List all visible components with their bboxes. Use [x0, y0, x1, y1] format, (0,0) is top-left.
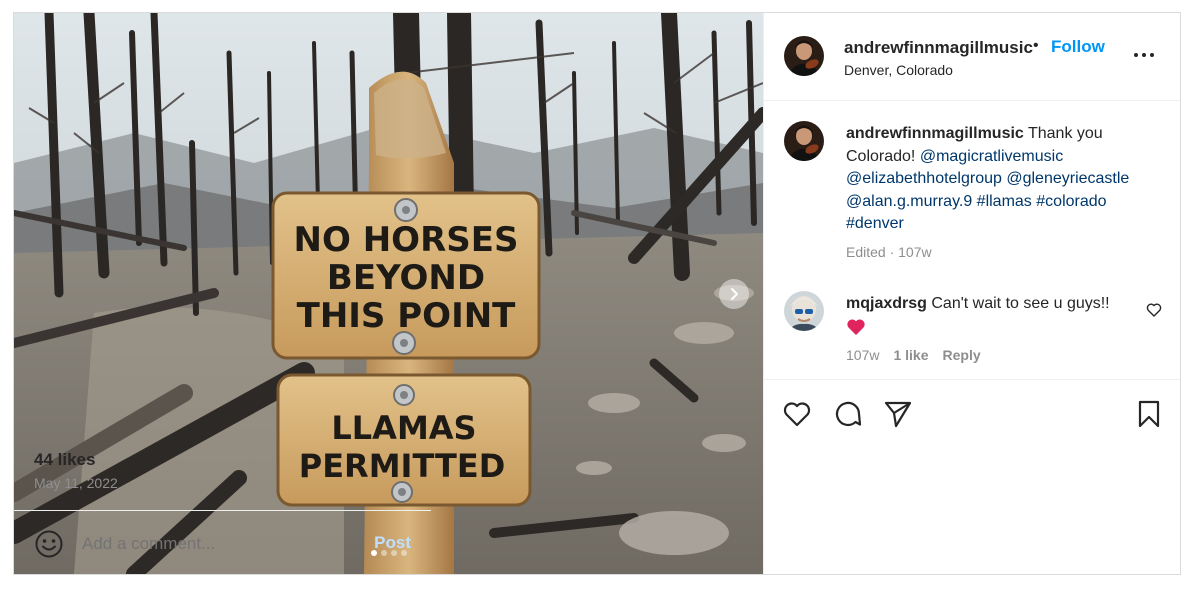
comment-text: Can't wait to see u guys!!: [926, 295, 1110, 312]
mention-link[interactable]: @elizabethhotelgroup: [846, 170, 1002, 187]
sign-bottom-line-1: LLAMAS: [331, 409, 476, 447]
post-date[interactable]: May 11, 2022: [34, 475, 118, 491]
sign-top-line-3: THIS POINT: [297, 296, 517, 336]
caption-username[interactable]: andrewfinnmagillmusic: [846, 125, 1024, 142]
heart-icon[interactable]: [782, 399, 812, 429]
post-location[interactable]: Denver, Colorado: [844, 62, 953, 78]
share-icon[interactable]: [883, 399, 913, 429]
post-caption: andrewfinnmagillmusic Thank you Colorado…: [846, 123, 1146, 236]
comments-section: andrewfinnmagillmusic Thank you Colorado…: [764, 101, 1180, 380]
separator-bullet: •: [1033, 37, 1039, 54]
comment-time: 107w: [846, 347, 880, 363]
comment-icon[interactable]: [833, 399, 863, 429]
post-header: andrewfinnmagillmusic • Follow Denver, C…: [764, 13, 1180, 101]
sign-top-line-2: BEYOND: [327, 258, 485, 298]
reply-button[interactable]: Reply: [943, 347, 981, 363]
bookmark-icon[interactable]: [1134, 399, 1164, 429]
comment-heart-icon[interactable]: [1146, 302, 1162, 318]
chevron-right-icon: [731, 288, 738, 300]
mention-link[interactable]: @gleneyriecastle: [1006, 170, 1129, 187]
more-horizontal-icon[interactable]: [1132, 50, 1156, 60]
sign-top-line-1: NO HORSES: [294, 220, 519, 260]
comment-likes-count[interactable]: 1 like: [893, 347, 928, 363]
post-comment-button[interactable]: Post: [374, 533, 411, 553]
sign-bottom-line-2: PERMITTED: [299, 447, 506, 485]
comment-input[interactable]: [82, 531, 362, 557]
add-comment-bar: Post: [14, 510, 431, 574]
post-media[interactable]: NO HORSES BEYOND THIS POINT LLAMAS PERMI…: [14, 13, 763, 574]
hashtag-link[interactable]: #denver: [846, 215, 904, 232]
likes-count[interactable]: 44 likes: [34, 450, 95, 470]
author-avatar[interactable]: [784, 36, 824, 76]
caption-author-avatar[interactable]: [784, 121, 824, 161]
mention-link[interactable]: @magicratlivemusic: [920, 148, 1063, 165]
author-username[interactable]: andrewfinnmagillmusic: [844, 38, 1033, 58]
instagram-post: NO HORSES BEYOND THIS POINT LLAMAS PERMI…: [13, 12, 1181, 575]
post-side-panel: andrewfinnmagillmusic • Follow Denver, C…: [14, 13, 1180, 574]
comment-meta: 107w 1 like Reply: [846, 347, 981, 363]
hashtag-link[interactable]: #llamas: [977, 193, 1032, 210]
mention-link[interactable]: @alan.g.murray.9: [846, 193, 972, 210]
follow-button[interactable]: Follow: [1051, 37, 1105, 57]
post-photo: NO HORSES BEYOND THIS POINT LLAMAS PERMI…: [14, 13, 763, 574]
commenter-avatar[interactable]: [784, 291, 824, 331]
red-heart-emoji-icon: [847, 319, 865, 335]
post-actions: [764, 380, 1180, 443]
comment-body: mqjaxdrsg Can't wait to see u guys!!: [846, 293, 1146, 336]
emoji-icon[interactable]: [34, 529, 64, 559]
carousel-next-button[interactable]: [719, 279, 749, 309]
hashtag-link[interactable]: #colorado: [1036, 193, 1106, 210]
caption-meta: Edited · 107w: [846, 244, 932, 260]
commenter-username[interactable]: mqjaxdrsg: [846, 295, 927, 312]
